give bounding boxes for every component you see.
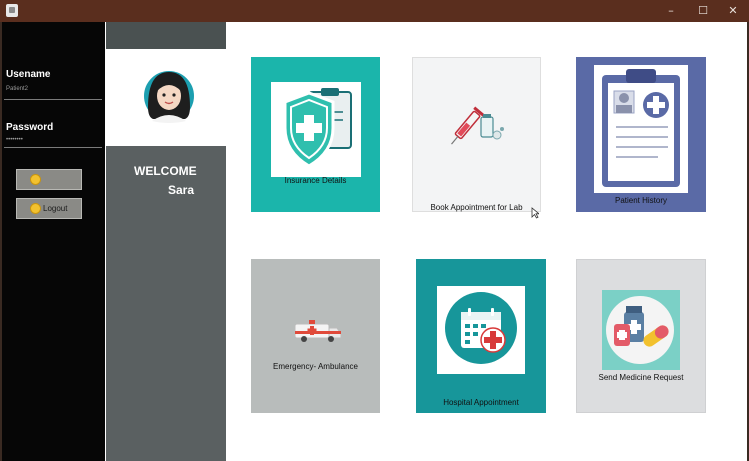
emergency-ambulance-tile[interactable]: Emergency- Ambulance xyxy=(251,259,380,413)
medicine-icon xyxy=(602,290,680,370)
tile-label: Patient History xyxy=(614,196,668,205)
close-button[interactable]: ✕ xyxy=(718,2,748,20)
tile-label: Insurance Details xyxy=(284,176,347,185)
maximize-button[interactable]: ☐ xyxy=(688,2,718,20)
syringe-icon xyxy=(451,106,504,145)
sidebar: Usename Patient2 Password •••••••• Logou… xyxy=(2,22,105,461)
logout-label: Logout xyxy=(43,204,68,213)
main-window: Usename Patient2 Password •••••••• Logou… xyxy=(2,22,747,461)
username-label: Usename xyxy=(6,69,51,80)
password-label: Password xyxy=(6,122,54,133)
app-frame: – ☐ ✕ Usename Patient2 Password ••••••••… xyxy=(0,0,749,461)
password-value: •••••••• xyxy=(6,137,23,143)
patient-history-tile[interactable]: Patient History xyxy=(576,57,706,212)
username-value: Patient2 xyxy=(6,86,29,92)
profile-button[interactable] xyxy=(16,169,82,190)
title-bar: – ☐ ✕ xyxy=(0,0,749,22)
tile-label: Emergency- Ambulance xyxy=(273,362,358,371)
tile-label: Send Medicine Request xyxy=(598,373,684,382)
welcome-text: WELCOME xyxy=(134,164,197,178)
send-medicine-request-tile[interactable]: Send Medicine Request xyxy=(576,259,706,413)
mouse-cursor-icon xyxy=(531,207,539,219)
avatar-icon xyxy=(144,71,194,123)
insurance-shield-icon xyxy=(271,82,361,177)
panel-header xyxy=(106,22,226,49)
coin-icon xyxy=(30,174,41,185)
coin-icon xyxy=(30,203,41,214)
tile-label: Hospital Appointment xyxy=(443,398,519,407)
hospital-appointment-tile[interactable]: Hospital Appointment xyxy=(416,259,546,413)
divider xyxy=(4,99,102,100)
divider xyxy=(4,147,102,148)
profile-panel: WELCOME Sara xyxy=(106,22,226,461)
ambulance-icon xyxy=(294,320,341,342)
calendar-icon xyxy=(437,286,525,374)
logout-button[interactable]: Logout xyxy=(16,198,82,219)
user-name: Sara xyxy=(168,183,195,197)
minimize-button[interactable]: – xyxy=(656,2,686,20)
book-lab-appointment-tile[interactable]: Book Appointment for Lab xyxy=(412,57,541,212)
avatar xyxy=(106,49,226,146)
insurance-details-tile[interactable]: Insurance Details xyxy=(251,57,380,212)
app-icon xyxy=(6,4,18,17)
tile-label: Book Appointment for Lab xyxy=(430,203,523,212)
clipboard-icon xyxy=(594,65,688,193)
